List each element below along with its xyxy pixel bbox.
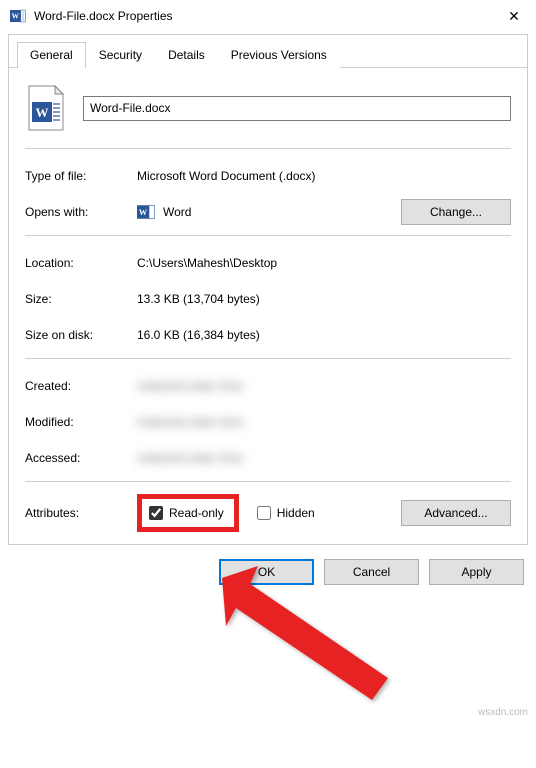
- svg-text:W: W: [12, 12, 20, 21]
- word-icon: W: [10, 8, 26, 24]
- apply-button[interactable]: Apply: [429, 559, 524, 585]
- divider: [25, 235, 511, 236]
- accessed-value: redacted date time: [137, 451, 511, 465]
- tab-general[interactable]: General: [17, 42, 86, 68]
- row-accessed: Accessed: redacted date time: [25, 443, 511, 473]
- readonly-label: Read-only: [169, 506, 224, 520]
- svg-text:W: W: [36, 105, 49, 120]
- tab-previous-versions[interactable]: Previous Versions: [218, 42, 340, 68]
- hidden-group: Hidden: [257, 506, 315, 520]
- filename-input[interactable]: [83, 96, 511, 121]
- modified-label: Modified:: [25, 415, 137, 429]
- general-tab-content: W Type of file: Microsoft Word Document …: [9, 68, 527, 544]
- tab-bar: General Security Details Previous Versio…: [9, 35, 527, 68]
- titlebar: W Word-File.docx Properties ✕: [0, 0, 536, 30]
- divider: [25, 358, 511, 359]
- divider: [25, 148, 511, 149]
- file-header-row: W: [25, 84, 511, 132]
- row-created: Created: redacted date time: [25, 371, 511, 401]
- file-word-icon: W: [25, 84, 67, 132]
- advanced-button[interactable]: Advanced...: [401, 500, 511, 526]
- readonly-highlight: Read-only: [137, 494, 239, 532]
- size-value: 13.3 KB (13,704 bytes): [137, 292, 511, 306]
- opens-with-value: Word: [163, 205, 191, 219]
- created-value: redacted date time: [137, 379, 511, 393]
- ok-button[interactable]: OK: [219, 559, 314, 585]
- word-app-icon: W: [137, 203, 155, 221]
- location-label: Location:: [25, 256, 137, 270]
- row-size: Size: 13.3 KB (13,704 bytes): [25, 284, 511, 314]
- sizeondisk-label: Size on disk:: [25, 328, 137, 342]
- row-type: Type of file: Microsoft Word Document (.…: [25, 161, 511, 191]
- sizeondisk-value: 16.0 KB (16,384 bytes): [137, 328, 511, 342]
- cancel-button[interactable]: Cancel: [324, 559, 419, 585]
- opens-with-label: Opens with:: [25, 205, 137, 219]
- divider: [25, 481, 511, 482]
- location-value: C:\Users\Mahesh\Desktop: [137, 256, 511, 270]
- close-button[interactable]: ✕: [502, 9, 526, 23]
- window-title: Word-File.docx Properties: [34, 9, 494, 23]
- row-modified: Modified: redacted date time: [25, 407, 511, 437]
- change-button[interactable]: Change...: [401, 199, 511, 225]
- type-label: Type of file:: [25, 169, 137, 183]
- row-location: Location: C:\Users\Mahesh\Desktop: [25, 248, 511, 278]
- tab-security[interactable]: Security: [86, 42, 155, 68]
- row-opens-with: Opens with: W Word Change...: [25, 197, 511, 227]
- hidden-label: Hidden: [277, 506, 315, 520]
- size-label: Size:: [25, 292, 137, 306]
- accessed-label: Accessed:: [25, 451, 137, 465]
- modified-value: redacted date time: [137, 415, 511, 429]
- dialog-footer: OK Cancel Apply: [0, 545, 536, 597]
- row-size-on-disk: Size on disk: 16.0 KB (16,384 bytes): [25, 320, 511, 350]
- created-label: Created:: [25, 379, 137, 393]
- type-value: Microsoft Word Document (.docx): [137, 169, 511, 183]
- svg-text:W: W: [139, 208, 148, 217]
- row-attributes: Attributes: Read-only Hidden Advanced...: [25, 494, 511, 532]
- attributes-label: Attributes:: [25, 506, 137, 520]
- readonly-checkbox[interactable]: [149, 506, 163, 520]
- hidden-checkbox[interactable]: [257, 506, 271, 520]
- dialog-body: General Security Details Previous Versio…: [8, 34, 528, 545]
- watermark: wsxdn.com: [478, 707, 528, 718]
- tab-details[interactable]: Details: [155, 42, 218, 68]
